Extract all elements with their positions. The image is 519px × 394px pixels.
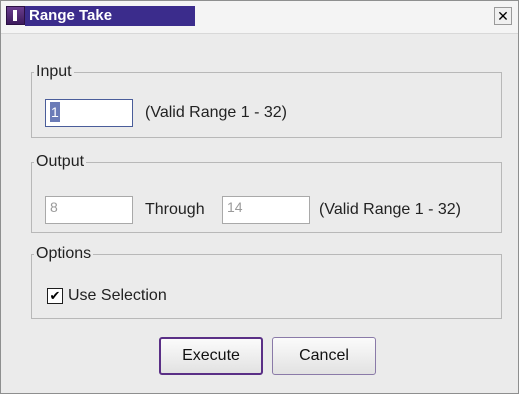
- output-from-field[interactable]: 8: [45, 196, 133, 224]
- use-selection-checkbox[interactable]: ✔: [47, 288, 63, 304]
- options-group: Options: [31, 245, 502, 319]
- output-range-hint: (Valid Range 1 - 32): [319, 201, 461, 218]
- through-label: Through: [145, 201, 205, 218]
- execute-button[interactable]: Execute: [159, 337, 263, 375]
- output-to-field[interactable]: 14: [222, 196, 310, 224]
- close-button[interactable]: ✕: [494, 7, 512, 25]
- title-bar[interactable]: Range Take ✕: [1, 1, 518, 34]
- cancel-button[interactable]: Cancel: [272, 337, 376, 375]
- options-group-legend: Options: [36, 245, 92, 262]
- window-title: Range Take: [25, 6, 195, 26]
- app-icon: [6, 6, 25, 25]
- range-take-dialog: Range Take ✕ Input 1 (Valid Range 1 - 32…: [0, 0, 519, 394]
- input-number-value: 1: [50, 102, 60, 122]
- input-number-field[interactable]: 1: [45, 99, 133, 127]
- input-group-legend: Input: [36, 63, 72, 80]
- output-group-legend: Output: [36, 153, 85, 170]
- use-selection-label[interactable]: Use Selection: [68, 286, 167, 306]
- input-range-hint: (Valid Range 1 - 32): [145, 104, 287, 121]
